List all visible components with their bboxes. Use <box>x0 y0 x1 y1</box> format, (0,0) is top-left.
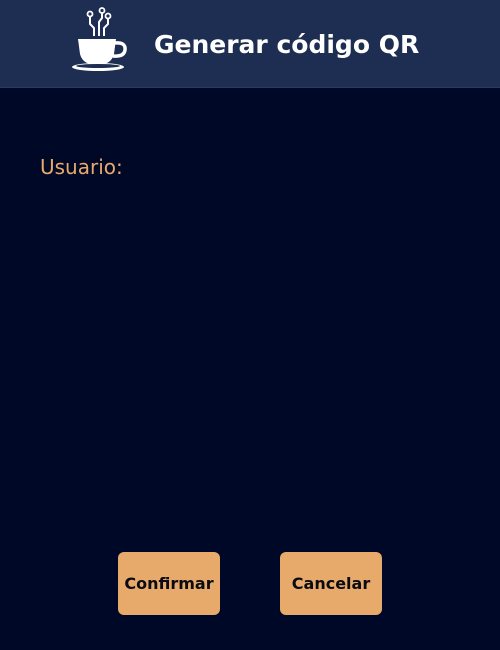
user-label: Usuario: <box>40 155 123 179</box>
page-title: Generar código QR <box>154 30 420 59</box>
header-bar: Generar código QR <box>0 0 500 88</box>
cancel-button[interactable]: Cancelar <box>280 552 382 615</box>
qr-dialog: Generar código QR Usuario: Confirmar Can… <box>0 0 500 650</box>
coffee-cup-icon <box>72 7 127 71</box>
confirm-button[interactable]: Confirmar <box>118 552 220 615</box>
